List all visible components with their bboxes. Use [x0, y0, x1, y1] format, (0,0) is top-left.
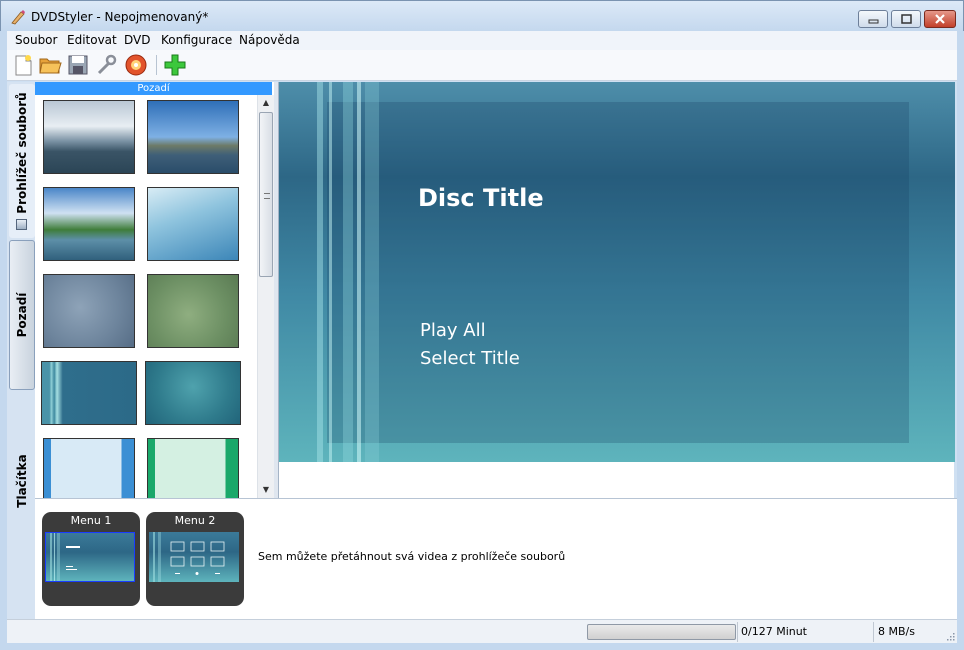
add-icon[interactable] [163, 53, 187, 77]
minimize-button[interactable] [858, 10, 888, 28]
decor-stripe [365, 82, 379, 462]
toolbar [7, 50, 957, 81]
background-thumbnail[interactable] [43, 100, 135, 174]
grip-icon [264, 193, 270, 199]
background-thumbnail[interactable] [147, 100, 239, 174]
menu-card-label: Menu 2 [174, 514, 216, 527]
menu-editovat[interactable]: Editovat [67, 33, 117, 47]
menu-preview-canvas[interactable]: Disc Title Play All Select Title [279, 82, 955, 462]
dvdstyler-icon [11, 10, 25, 25]
window-frame-left [0, 31, 7, 650]
burn-disc-icon[interactable] [124, 53, 148, 77]
background-thumbnail[interactable] [43, 438, 135, 500]
menu-napoveda[interactable]: Nápověda [239, 33, 300, 47]
tab-backgrounds-label: Pozadí [15, 292, 29, 338]
scrollbar-thumb[interactable] [259, 112, 273, 277]
backgrounds-panel: Pozadí [35, 82, 276, 500]
tab-file-browser[interactable]: Prohlížeč souborů [9, 84, 35, 238]
window-frame-bottom [0, 643, 964, 650]
menu-card-1[interactable]: Menu 1 [42, 512, 140, 606]
background-thumbnail[interactable] [43, 274, 135, 348]
toolbar-separator [156, 55, 157, 75]
disc-title[interactable]: Disc Title [418, 184, 544, 212]
minimize-icon [868, 19, 879, 24]
side-tab-bar: Prohlížeč souborů Pozadí Tlačítka [7, 82, 35, 619]
background-thumbnail[interactable] [147, 438, 239, 500]
menu-thumbnail [45, 532, 135, 582]
background-thumbnail[interactable] [41, 361, 137, 425]
window-title: DVDStyler - Nepojmenovaný* [31, 10, 209, 24]
menu-thumbnail [149, 532, 239, 582]
menu-thumbnail-graphic [50, 533, 80, 581]
decor-stripe [343, 82, 353, 462]
menu-thumbnail-graphic [153, 532, 225, 582]
maximize-button[interactable] [891, 10, 921, 28]
menu-card-2[interactable]: Menu 2 [146, 512, 244, 606]
window-frame-right [957, 31, 964, 650]
menu-dvd[interactable]: DVD [124, 33, 150, 47]
scroll-down-arrow-icon[interactable]: ▼ [258, 482, 274, 498]
status-separator [737, 622, 738, 642]
bitrate-readout: 8 MB/s [878, 625, 915, 638]
backgrounds-scrollbar[interactable]: ▲ ▼ [257, 95, 274, 498]
select-title-button[interactable]: Select Title [420, 348, 520, 369]
tab-buttons-label: Tlačítka [15, 454, 29, 508]
open-folder-icon[interactable] [38, 53, 62, 77]
menu-inner-frame [327, 102, 909, 443]
save-icon[interactable] [66, 53, 90, 77]
backgrounds-header: Pozadí [35, 82, 272, 95]
scroll-up-arrow-icon[interactable]: ▲ [258, 95, 274, 111]
settings-wrench-icon[interactable] [95, 53, 119, 77]
decor-stripe [329, 82, 332, 462]
background-thumbnail[interactable] [147, 187, 239, 261]
menu-soubor[interactable]: Soubor [15, 33, 57, 47]
maximize-icon [901, 14, 912, 24]
tab-backgrounds[interactable]: Pozadí [9, 240, 35, 390]
close-button[interactable] [924, 10, 956, 28]
title-bar[interactable]: DVDStyler - Nepojmenovaný* [0, 0, 964, 31]
drop-hint: Sem můžete přetáhnout svá videa z prohlí… [258, 550, 566, 563]
file-browser-icon [16, 219, 27, 230]
tab-file-browser-label: Prohlížeč souborů [15, 92, 29, 214]
menu-bar: Soubor Editovat DVD Konfigurace Nápověda [7, 31, 957, 50]
play-all-button[interactable]: Play All [420, 320, 486, 341]
decor-stripe [317, 82, 323, 462]
titleset-manager: Menu 1 Menu 2 Sem můžete přetáhnout svá … [35, 498, 957, 619]
tab-buttons[interactable]: Tlačítka [9, 394, 35, 544]
background-thumbnail[interactable] [147, 274, 239, 348]
background-thumbnail[interactable] [43, 187, 135, 261]
close-icon [935, 14, 945, 24]
resize-grip-icon[interactable] [945, 631, 955, 641]
menu-editor: Disc Title Play All Select Title [278, 82, 955, 498]
status-bar: 0/127 Minut 8 MB/s [7, 619, 957, 643]
duration-readout: 0/127 Minut [741, 625, 807, 638]
new-file-icon[interactable] [11, 53, 35, 77]
menu-card-label: Menu 1 [70, 514, 112, 527]
status-separator [873, 622, 874, 642]
background-thumbnail[interactable] [145, 361, 241, 425]
menu-konfigurace[interactable]: Konfigurace [161, 33, 232, 47]
disc-usage-progress-bar [587, 624, 736, 640]
decor-stripe [357, 82, 361, 462]
